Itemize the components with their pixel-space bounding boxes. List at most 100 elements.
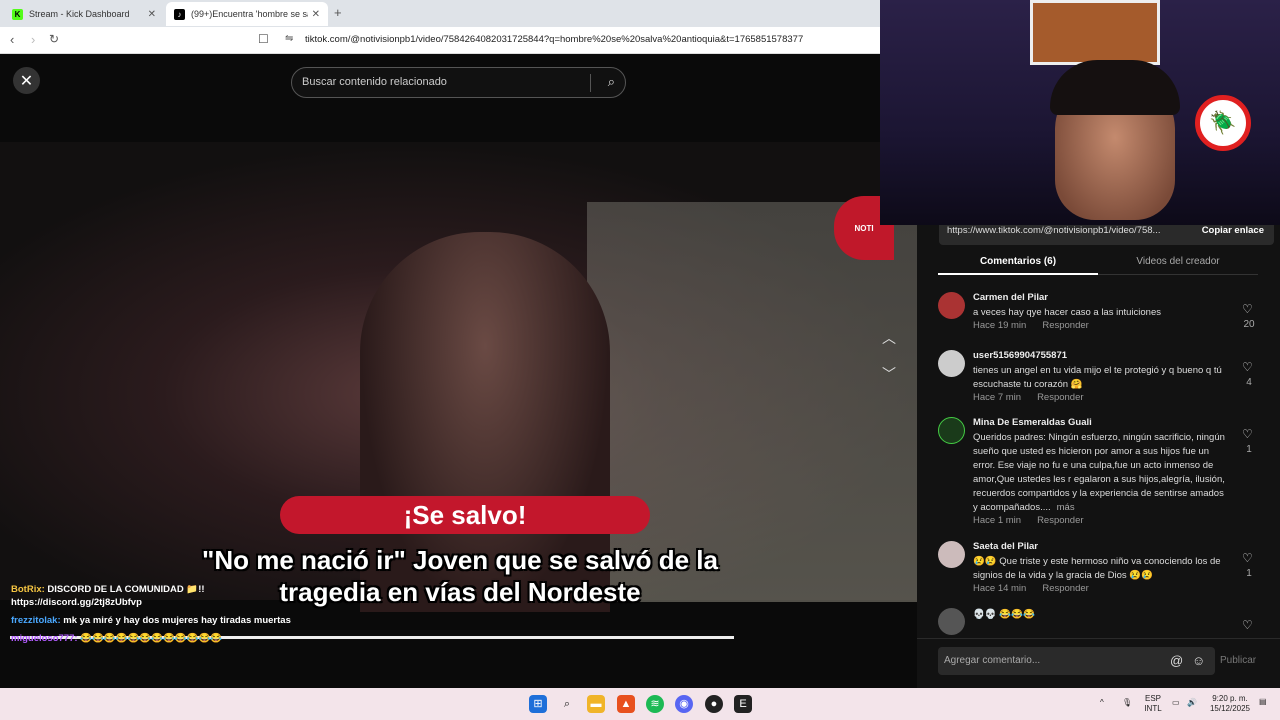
reply-button[interactable]: Responder xyxy=(1037,515,1083,526)
chat-text: mk ya miré y hay dos mujeres hay tiradas… xyxy=(63,615,291,626)
browser-tabbar: K Stream - Kick Dashboard ✕ ♪ (99+)Encue… xyxy=(0,0,880,27)
more-link[interactable]: más xyxy=(1057,502,1075,513)
avatar[interactable] xyxy=(938,541,965,568)
url-field[interactable]: tiktok.com/@notivisionpb1/video/75842640… xyxy=(305,34,803,45)
volume-icon[interactable]: 🔊 xyxy=(1187,698,1197,708)
comment-author[interactable]: user5156990475587​1 xyxy=(973,350,1067,361)
comment-author[interactable]: Mina De Esmeraldas Guali xyxy=(973,417,1092,428)
reply-button[interactable]: Responder xyxy=(1037,392,1083,403)
reload-icon[interactable]: ↻ xyxy=(49,32,59,46)
like-count: 1 xyxy=(1246,568,1252,579)
chat-user: frezzitolak: xyxy=(11,615,61,626)
close-video-button[interactable]: ✕ xyxy=(13,67,40,94)
comment-time: Hace 1 min xyxy=(973,515,1022,526)
add-comment-bar: Agregar comentario... @ ☺ Publicar xyxy=(917,638,1280,688)
clock[interactable]: 9:20 p. m. 15/12/2025 xyxy=(1203,694,1257,714)
language-indicator[interactable]: ESP INTL xyxy=(1142,694,1164,714)
tab-tiktok[interactable]: ♪ (99+)Encuentra 'hombre se sa ✕ xyxy=(166,2,328,26)
notifications-icon[interactable]: ▤ xyxy=(1259,697,1267,707)
search-icon[interactable]: ⌕ xyxy=(608,74,615,90)
like-count: 1 xyxy=(1246,444,1252,455)
comment-time: Hace 14 min xyxy=(973,583,1027,594)
heart-icon[interactable]: ♡ xyxy=(1242,427,1253,441)
chat-text: 😂😂😂😂😂😂😂😂😂😂😂😂 xyxy=(80,633,223,644)
reply-button[interactable]: Responder xyxy=(1042,583,1088,594)
epic-games-icon[interactable]: E xyxy=(734,695,752,713)
screen: K Stream - Kick Dashboard ✕ ♪ (99+)Encue… xyxy=(0,0,1280,720)
bookmark-icon[interactable]: ☐ xyxy=(258,32,269,46)
stream-chat: BotRix: DISCORD DE LA COMUNIDAD 📁!! http… xyxy=(11,583,301,650)
panel-tabs: Comentarios (6) Videos del creador xyxy=(938,253,1258,275)
lang-primary: ESP xyxy=(1144,694,1161,703)
chevron-up-icon[interactable]: ^ xyxy=(1100,698,1104,708)
chat-user: migueloso777: xyxy=(11,633,78,644)
tab-comments[interactable]: Comentarios (6) xyxy=(938,256,1098,267)
heart-icon[interactable]: ♡ xyxy=(1242,551,1253,565)
comment-time: Hace 7 min xyxy=(973,392,1022,403)
comment-placeholder: Agregar comentario... xyxy=(944,655,1041,666)
forward-icon[interactable]: › xyxy=(31,32,35,47)
site-info-icon[interactable]: ⇋ xyxy=(285,33,293,44)
comment-time: Hace 19 min xyxy=(973,320,1027,331)
comment-meta: Hace 7 min Responder xyxy=(973,392,1084,403)
chevron-up-icon[interactable]: ︿ xyxy=(882,328,896,348)
comment-text: Queridos padres: Ningún esfuerzo, ningún… xyxy=(973,431,1231,515)
publish-button[interactable]: Publicar xyxy=(1220,655,1256,666)
spotify-icon[interactable]: ≋ xyxy=(646,695,664,713)
related-search-input[interactable]: Buscar contenido relacionado ⌕ xyxy=(291,67,626,98)
share-link[interactable]: https://www.tiktok.com/@notivisionpb1/vi… xyxy=(947,225,1160,237)
avatar[interactable] xyxy=(938,608,965,635)
network-icon[interactable]: ▭ xyxy=(1172,698,1180,708)
close-tab-icon[interactable]: ✕ xyxy=(312,9,320,20)
windows-start-icon[interactable]: ⊞ xyxy=(529,695,547,713)
comment-author[interactable]: Carmen del Pilar xyxy=(973,292,1048,303)
heart-icon[interactable]: ♡ xyxy=(1242,618,1253,632)
share-link-row: https://www.tiktok.com/@notivisionpb1/vi… xyxy=(939,225,1274,245)
comment-item: Saeta del Pilar 😢😢 Que triste y este her… xyxy=(938,541,1268,601)
streamer-hair xyxy=(1050,60,1180,115)
heart-icon[interactable]: ♡ xyxy=(1242,302,1253,316)
kick-icon: K xyxy=(12,8,23,20)
reply-button[interactable]: Responder xyxy=(1042,320,1088,331)
active-tab-underline xyxy=(938,273,1098,275)
comment-text: a veces hay qye hacer caso a las intuici… xyxy=(973,307,1161,318)
chat-message: BotRix: DISCORD DE LA COMUNIDAD 📁!! http… xyxy=(11,583,301,609)
avatar[interactable] xyxy=(938,292,965,319)
chat-message: migueloso777: 😂😂😂😂😂😂😂😂😂😂😂😂 xyxy=(11,632,301,645)
clock-time: 9:20 p. m. xyxy=(1212,694,1248,703)
close-tab-icon[interactable]: ✕ xyxy=(148,9,156,20)
comment-meta: Hace 19 min Responder xyxy=(973,320,1089,331)
copy-link-button[interactable]: Copiar enlace xyxy=(1202,225,1264,237)
new-tab-icon[interactable]: + xyxy=(334,5,342,20)
emoji-icon[interactable]: ☺ xyxy=(1192,653,1205,668)
wall-poster xyxy=(1030,0,1160,65)
background-wall xyxy=(587,202,917,602)
discord-icon[interactable]: ◉ xyxy=(675,695,693,713)
search-placeholder: Buscar contenido relacionado xyxy=(302,76,447,88)
comment-item: Carmen del Pilar a veces hay qye hacer c… xyxy=(938,292,1268,352)
back-icon[interactable]: ‹ xyxy=(10,32,14,47)
comment-input[interactable]: Agregar comentario... @ ☺ xyxy=(938,647,1215,675)
chevron-down-icon[interactable]: ﹀ xyxy=(882,364,896,384)
comment-meta: Hace 14 min Responder xyxy=(973,583,1089,594)
heart-icon[interactable]: ♡ xyxy=(1242,360,1253,374)
tab-label: Stream - Kick Dashboard xyxy=(29,9,130,19)
comment-author[interactable]: Saeta del Pilar xyxy=(973,541,1038,552)
comment-meta: Hace 1 min Responder xyxy=(973,515,1084,526)
search-divider xyxy=(590,74,591,92)
search-icon[interactable]: ⌕ xyxy=(558,695,576,713)
brave-browser-icon[interactable]: ▲ xyxy=(617,695,635,713)
mention-icon[interactable]: @ xyxy=(1170,653,1183,668)
avatar[interactable] xyxy=(938,417,965,444)
lang-secondary: INTL xyxy=(1144,704,1162,713)
webcam-overlay: 🪲 xyxy=(880,0,1280,225)
obs-icon[interactable]: ● xyxy=(705,695,723,713)
tiktok-icon: ♪ xyxy=(174,8,185,20)
file-explorer-icon[interactable]: ▬ xyxy=(587,695,605,713)
avatar[interactable] xyxy=(938,350,965,377)
tab-creator-videos[interactable]: Videos del creador xyxy=(1098,256,1258,267)
tab-kick-dashboard[interactable]: K Stream - Kick Dashboard ✕ xyxy=(4,2,164,26)
taskbar: ⊞ ⌕ ▬ ▲ ≋ ◉ ● E ^ 🎙 ESP INTL ▭ 🔊 9:20 p. … xyxy=(0,688,1280,720)
comment-text: tienes un angel en tu vida mijo el te pr… xyxy=(973,365,1222,390)
microphone-icon[interactable]: 🎙 xyxy=(1122,698,1132,708)
